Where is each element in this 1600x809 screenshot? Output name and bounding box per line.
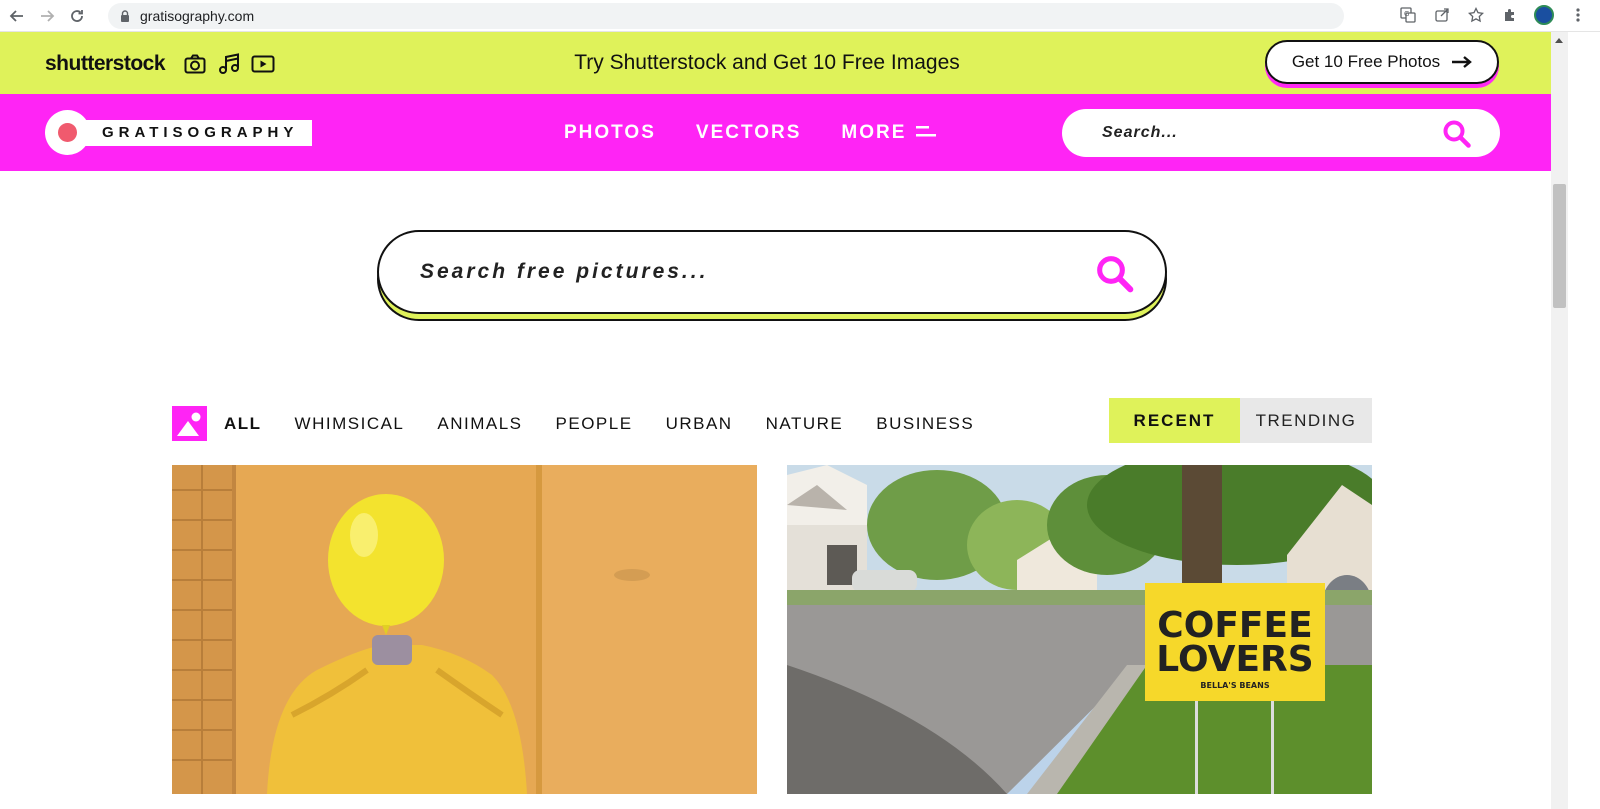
forward-icon[interactable] [34,3,60,29]
header-search-input[interactable] [1102,124,1422,142]
extensions-icon[interactable] [1498,3,1522,27]
sort-trending-tab[interactable]: TRENDING [1240,398,1372,443]
lock-icon [121,10,129,22]
hero-search-input[interactable] [420,260,1060,284]
shutterstock-promo-bar: shutterstock Try Shutterstock and Get 10… [0,32,1551,94]
nav-photos[interactable]: PHOTOS [564,122,656,144]
menu-lines-icon [916,126,937,137]
image-category-icon [172,406,207,441]
translate-icon[interactable]: G [1396,3,1420,27]
category-people[interactable]: PEOPLE [556,414,633,434]
nav-more-label: MORE [841,122,907,143]
address-bar[interactable]: gratisography.com [108,3,1344,29]
get-free-photos-button[interactable]: Get 10 Free Photos [1265,40,1499,84]
reload-icon[interactable] [64,3,90,29]
category-whimsical[interactable]: WHIMSICAL [295,414,405,434]
site-header: GRATISOGRAPHY PHOTOS VECTORS MORE [0,94,1551,171]
scrollbar-thumb[interactable] [1553,184,1566,308]
photo-balloon[interactable] [172,465,757,794]
search-icon[interactable] [1442,119,1472,149]
category-animals[interactable]: ANIMALS [437,414,522,434]
main-nav: PHOTOS VECTORS MORE [564,122,937,144]
category-urban[interactable]: URBAN [666,414,733,434]
page-bottom [0,794,1551,809]
nav-vectors[interactable]: VECTORS [696,122,802,144]
sign-line-2: LOVERS [1156,639,1313,680]
nav-more[interactable]: MORE [841,122,937,144]
category-nature[interactable]: NATURE [766,414,844,434]
sort-tabs: RECENT TRENDING [1109,398,1372,443]
star-icon[interactable] [1464,3,1488,27]
search-icon[interactable] [1095,254,1135,294]
svg-text:G: G [1404,10,1409,18]
back-icon[interactable] [4,3,30,29]
category-filter-list: ALL WHIMSICAL ANIMALS PEOPLE URBAN NATUR… [224,414,974,434]
sort-recent-tab[interactable]: RECENT [1109,398,1240,443]
browser-toolbar: gratisography.com G [0,0,1600,32]
menu-icon[interactable] [1566,3,1590,27]
category-business[interactable]: BUSINESS [876,414,974,434]
arrow-right-icon [1452,56,1473,68]
share-icon[interactable] [1430,3,1454,27]
profile-icon[interactable] [1532,3,1556,27]
gratisography-logo[interactable]: GRATISOGRAPHY [45,110,313,155]
sign-line-3: BELLA'S BEANS [1200,681,1269,690]
page-scrollbar[interactable] [1551,32,1568,809]
get-free-photos-label: Get 10 Free Photos [1291,52,1441,71]
photo-coffee-lovers-sign[interactable]: COFFEE LOVERS BELLA'S BEANS [787,465,1372,794]
logo-text: GRATISOGRAPHY [80,119,313,146]
category-all[interactable]: ALL [224,414,262,434]
url-text: gratisography.com [140,8,255,24]
logo-dot [45,110,90,155]
scroll-up-arrow-icon[interactable] [1555,38,1563,43]
header-search-bar [1062,109,1500,157]
hero-search-bar [377,230,1167,314]
